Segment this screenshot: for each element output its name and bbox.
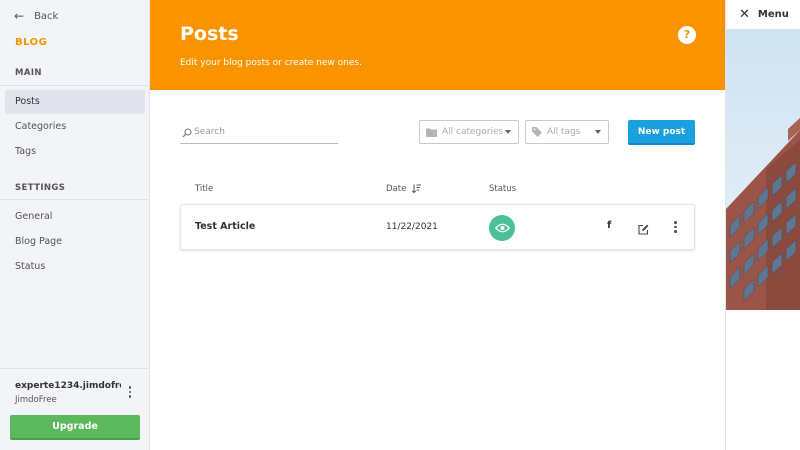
page-header: Posts Edit your blog posts or create new… [150,0,725,90]
page-title: Posts [180,23,239,45]
preview-building-image [726,29,800,310]
arrow-left-icon: ← [14,9,25,23]
settings-section-label: SETTINGS [15,183,66,193]
sidebar-item-posts[interactable]: Posts [5,90,145,114]
tags-select-value: All tags [547,127,581,137]
account-plan: JimdoFree [15,395,57,405]
chevron-down-icon [595,130,601,134]
page-subtitle: Edit your blog posts or create new ones. [180,58,362,68]
menu-toggle[interactable]: ✕ Menu [726,0,800,29]
chevron-down-icon [505,130,511,134]
main-section-label: MAIN [15,68,42,78]
sidebar-item-label: Categories [15,121,67,132]
post-date: 11/22/2021 [386,222,438,232]
divider [0,199,149,200]
column-header-label: Date [386,184,407,194]
search-icon [182,128,192,138]
facebook-share-icon[interactable]: f [607,220,611,231]
search-input[interactable] [194,124,334,140]
tags-select[interactable]: All tags [525,120,609,144]
new-post-button[interactable]: New post [628,120,695,145]
folder-icon [426,128,437,137]
account-name: experte1234.jimdofree.com [15,381,121,391]
sidebar-item-general[interactable]: General [5,205,145,229]
search-field [180,122,338,144]
column-header-date[interactable]: Date [386,184,422,194]
sidebar-item-label: Blog Page [15,236,63,247]
post-title[interactable]: Test Article [195,221,255,232]
sidebar-item-label: General [15,211,53,222]
back-link[interactable]: ← Back [14,9,58,23]
column-header-label: Status [489,184,517,194]
sidebar-item-blog-page[interactable]: Blog Page [5,230,145,254]
close-icon: ✕ [739,7,750,22]
sidebar: ← Back BLOG MAIN Posts Categories Tags S… [0,0,150,450]
categories-select[interactable]: All categories [419,120,519,144]
sidebar-item-categories[interactable]: Categories [5,115,145,139]
blog-section-title: BLOG [15,37,48,48]
column-header-label: Title [195,184,214,194]
sort-icon [412,184,422,193]
upgrade-button[interactable]: Upgrade [10,415,140,440]
help-icon[interactable]: ? [678,26,696,44]
column-header-title: Title [195,184,213,194]
sidebar-item-tags[interactable]: Tags [5,140,145,164]
divider [0,85,149,86]
eye-icon [494,223,510,233]
menu-label: Menu [757,9,789,20]
sidebar-item-label: Tags [15,146,37,157]
account-menu-icon[interactable] [123,384,137,400]
sidebar-item-label: Status [15,261,46,272]
row-menu-icon[interactable] [674,221,677,233]
edit-icon[interactable] [638,220,649,239]
account-panel: experte1234.jimdofree.com JimdoFree [0,368,149,408]
tag-icon [532,127,542,137]
published-status-toggle[interactable] [489,215,515,241]
site-preview: ✕ Menu [725,0,800,450]
categories-select-value: All categories [442,127,504,137]
back-label: Back [34,10,59,22]
sidebar-item-status[interactable]: Status [5,255,145,279]
main-panel: Posts Edit your blog posts or create new… [150,0,725,450]
table-row[interactable]: Test Article 11/22/2021 f [180,204,695,250]
column-header-status: Status [489,184,516,194]
sidebar-item-label: Posts [15,96,40,107]
